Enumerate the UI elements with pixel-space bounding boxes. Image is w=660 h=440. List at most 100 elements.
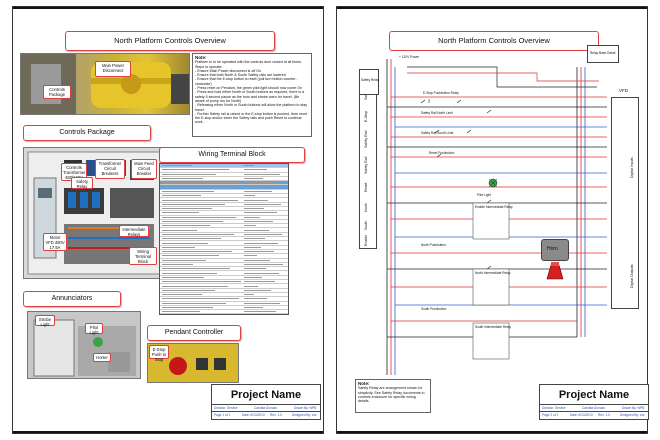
wiring-block-callout: Wiring Terminal Block — [129, 247, 157, 265]
schematic-note: Note: Safety Relay are arrangement shown… — [355, 379, 431, 413]
table-row-line — [162, 306, 213, 308]
horn-callout: Horter — [93, 353, 111, 362]
table-row-line — [244, 199, 268, 201]
operating-note: Note: Platform is to be operated with th… — [192, 53, 312, 137]
table-row-line — [162, 169, 229, 171]
table-row-line — [244, 242, 278, 244]
table-row-line — [244, 238, 265, 240]
table-row-line — [244, 173, 280, 175]
relay-base-label: Relay Base Detail — [590, 51, 616, 55]
table-row-line — [162, 259, 206, 261]
table-row-line — [244, 216, 260, 218]
breakers-callout: Transformer Circuit Breakers — [95, 159, 125, 179]
date-cell: Date: 6/13/2013 — [570, 413, 593, 417]
rev-cell: Rev: 1.0 — [598, 413, 610, 417]
strobe-icon — [546, 262, 564, 280]
table-row-line — [162, 182, 240, 184]
table-row-line — [244, 169, 267, 171]
table-row-line — [162, 268, 230, 270]
table-row-line — [244, 208, 264, 209]
south-pb-label: South Pushbutton — [421, 307, 447, 311]
table-row-line — [162, 178, 203, 179]
table-row-line — [244, 272, 279, 274]
date-cell: Date: 6/13/2013 — [242, 413, 265, 417]
table-row-line — [162, 272, 217, 274]
note-body: Safety Relay are arrangement shown for s… — [358, 386, 425, 404]
intermediate-relay-callout: Intermediate Relays — [119, 225, 149, 237]
table-row-line — [244, 195, 255, 197]
table-row-line — [244, 298, 267, 300]
annunciators-heading: Annunciators — [23, 291, 121, 307]
left-io-label: Safety Rail — [364, 130, 368, 148]
page-cell: Page 1 of 1 — [214, 413, 231, 417]
table-row-line — [244, 255, 257, 257]
bottom-border — [13, 431, 323, 433]
table-row-line — [162, 285, 228, 287]
title-block: Project Name Division: Service Carlotta … — [211, 384, 321, 420]
table-row-line — [162, 276, 204, 278]
table-row-line — [244, 203, 281, 205]
table-row-line — [244, 186, 259, 188]
sheet-overview: North Platform Controls Overview Main Po… — [12, 6, 324, 434]
table-row-line — [162, 203, 225, 205]
schematic-wiring — [386, 59, 607, 375]
table-row-line — [244, 281, 275, 282]
table-row-line — [162, 199, 238, 201]
sheet-schematic: North Platform Controls Overview E-Stop … — [336, 6, 649, 434]
table-row-line — [162, 221, 223, 222]
designed-by-cell: Designed By: xxx — [620, 413, 645, 417]
note-line: - Releasing either North or South button… — [195, 103, 308, 112]
note-line: Platform is to be operated with the cont… — [195, 60, 302, 65]
table-row-line — [162, 246, 195, 248]
designed-by-cell: Designed By: xxx — [292, 413, 317, 417]
top-border — [13, 7, 323, 9]
table-row-line — [244, 246, 261, 248]
table-row-line — [244, 311, 276, 313]
north-relay-label: North Intermediate Relay — [475, 271, 511, 275]
table-row-line — [244, 306, 263, 308]
table-row-line — [162, 255, 219, 257]
table-row-line — [244, 264, 283, 265]
table-row-line — [162, 190, 214, 192]
table-row-line — [162, 225, 210, 227]
table-row-line — [162, 242, 208, 244]
table-row-line — [162, 289, 215, 291]
table-row-line — [244, 294, 254, 295]
project-name: Project Name — [558, 389, 630, 401]
table-row-line — [244, 233, 282, 235]
table-row-line — [162, 165, 192, 166]
table-row-line — [244, 229, 269, 231]
table-row-line — [162, 216, 236, 218]
north-pb-label: North Pushbutton — [421, 243, 446, 247]
table-row-line — [244, 182, 276, 184]
author-cell: Carlotta Duncan — [582, 406, 606, 410]
title-block-rule — [540, 404, 648, 405]
author-cell: Carlotta Duncan — [254, 406, 278, 410]
table-row-line — [244, 289, 271, 291]
vfd-label: VFD — [619, 88, 628, 93]
estop-callout: E-Stop Push to Stop — [149, 345, 169, 362]
table-row-line — [162, 294, 202, 295]
vfd-inputs-label: Digital Inputs — [630, 157, 634, 178]
main-power-callout: Main Power Disconnect — [95, 61, 131, 77]
enable-relay-label: Enable Intermediate Relay — [475, 205, 513, 209]
table-row-line — [244, 268, 266, 270]
title-block-rule — [540, 411, 648, 412]
page-title: North Platform Controls Overview — [65, 31, 275, 51]
rev-cell: Rev: 1.0 — [270, 413, 282, 417]
left-io-label: E-Stop — [364, 111, 368, 122]
table-row — [160, 310, 288, 314]
controls-package-heading: Controls Package — [23, 125, 151, 141]
table-row-line — [244, 276, 262, 278]
division-cell: Division: Service — [542, 406, 566, 410]
safety-relay-label: Safety Relay — [361, 78, 380, 82]
reset-label: Reset Pushbutton — [429, 151, 455, 155]
pilot-light-callout: Pilot Light — [85, 323, 103, 335]
table-row-line — [162, 208, 212, 209]
table-row-line — [162, 195, 201, 197]
south-relay-label: South Intermediate Relay — [475, 325, 511, 329]
table-row-line — [162, 229, 197, 231]
title-block: Project Name Division: Service Carlotta … — [539, 384, 649, 420]
safety-rail-north-label: Safety Rail North Limit — [421, 111, 453, 115]
vfd-block: VFD Digital Inputs Digital Outputs — [611, 88, 639, 309]
